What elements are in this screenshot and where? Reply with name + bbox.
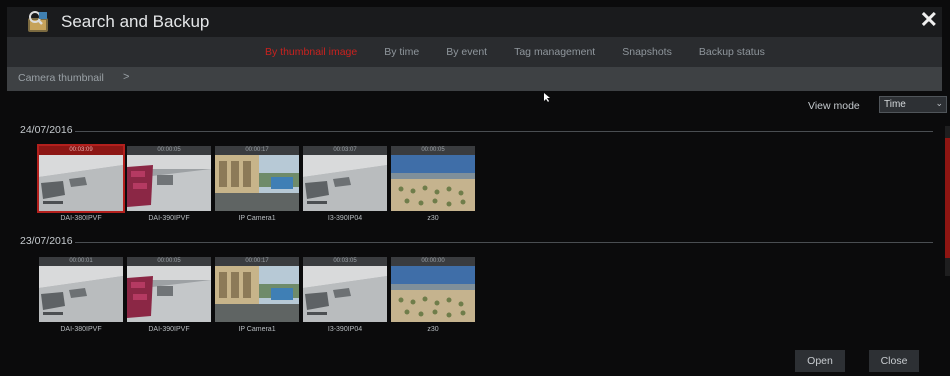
thumbnail-time: 00:00:05 <box>391 146 475 155</box>
thumbnail-image <box>391 266 475 322</box>
scrollbar-thumb[interactable] <box>945 138 950 258</box>
thumbnail-image <box>303 155 387 211</box>
mouse-cursor-icon <box>544 93 550 102</box>
camera-thumbnail[interactable]: 00:00:05 <box>127 257 211 322</box>
camera-name: DAI-380IPVF <box>60 215 102 222</box>
camera-thumbnail[interactable]: 00:03:09 <box>37 144 125 213</box>
chevron-down-icon: ⌄ <box>935 98 943 108</box>
camera-name: z30 <box>427 215 439 222</box>
camera-thumbnail[interactable]: 00:03:05 <box>303 257 387 322</box>
window-title: Search and Backup <box>61 12 210 31</box>
thumbnail-time: 00:03:05 <box>303 257 387 266</box>
view-mode-value: Time <box>884 99 906 110</box>
camera-name: I3-390IP04 <box>327 326 363 333</box>
thumbnail-image <box>39 155 123 211</box>
date-heading: 23/07/2016 <box>20 235 73 247</box>
tab-backup-status[interactable]: Backup status <box>699 46 765 58</box>
breadcrumb-camera-thumbnail[interactable]: Camera thumbnail <box>18 72 104 84</box>
close-icon[interactable]: ✕ <box>920 7 938 33</box>
camera-thumbnail[interactable]: 00:00:00 <box>391 257 475 322</box>
camera-thumbnail[interactable]: 00:00:01 <box>39 257 123 322</box>
open-button[interactable]: Open <box>795 350 845 372</box>
thumbnail-image <box>39 266 123 322</box>
tab-bar: By thumbnail image By time By event Tag man… <box>7 37 942 67</box>
camera-name: IP Camera1 <box>238 215 276 222</box>
thumbnail-image <box>303 266 387 322</box>
view-mode-select[interactable]: Time ⌄ <box>879 96 947 113</box>
thumbnail-image <box>127 155 211 211</box>
camera-thumbnail[interactable]: 00:00:17 <box>215 257 299 322</box>
date-divider <box>75 242 933 243</box>
camera-thumbnail[interactable]: 00:00:05 <box>391 146 475 211</box>
thumbnail-time: 00:00:00 <box>391 257 475 266</box>
thumbnail-panel <box>7 91 942 376</box>
thumbnail-time: 00:00:05 <box>127 257 211 266</box>
date-divider <box>75 131 933 132</box>
thumbnail-image <box>127 266 211 322</box>
thumbnail-time: 00:00:05 <box>127 146 211 155</box>
camera-name: DAI-390IPVF <box>148 326 190 333</box>
tab-by-thumbnail-image[interactable]: By thumbnail image <box>265 46 357 58</box>
thumbnail-image <box>215 266 299 322</box>
breadcrumb: Camera thumbnail > <box>7 67 942 91</box>
thumbnail-time: 00:00:01 <box>39 257 123 266</box>
camera-thumbnail[interactable]: 00:03:07 <box>303 146 387 211</box>
close-button[interactable]: Close <box>869 350 919 372</box>
thumbnail-image <box>215 155 299 211</box>
tab-by-time[interactable]: By time <box>384 46 419 58</box>
view-mode-label: View mode <box>808 100 860 112</box>
camera-thumbnail[interactable]: 00:00:05 <box>127 146 211 211</box>
camera-name: DAI-390IPVF <box>148 215 190 222</box>
thumbnail-time: 00:03:07 <box>303 146 387 155</box>
chevron-right-icon: > <box>123 71 130 83</box>
camera-name: z30 <box>427 326 439 333</box>
thumbnail-image <box>391 155 475 211</box>
thumbnail-time: 00:03:09 <box>39 146 123 155</box>
title-bar: Search and Backup ✕ <box>7 7 942 37</box>
tab-by-event[interactable]: By event <box>446 46 487 58</box>
thumbnail-time: 00:00:17 <box>215 257 299 266</box>
tab-tag-management[interactable]: Tag management <box>514 46 595 58</box>
search-backup-icon <box>28 11 48 32</box>
camera-name: I3-390IP04 <box>327 215 363 222</box>
camera-thumbnail[interactable]: 00:00:17 <box>215 146 299 211</box>
camera-name: DAI-380IPVF <box>60 326 102 333</box>
thumbnail-time: 00:00:17 <box>215 146 299 155</box>
date-heading: 24/07/2016 <box>20 124 73 136</box>
tab-list: By thumbnail image By time By event Tag man… <box>265 37 792 67</box>
tab-snapshots[interactable]: Snapshots <box>622 46 672 58</box>
camera-name: IP Camera1 <box>238 326 276 333</box>
